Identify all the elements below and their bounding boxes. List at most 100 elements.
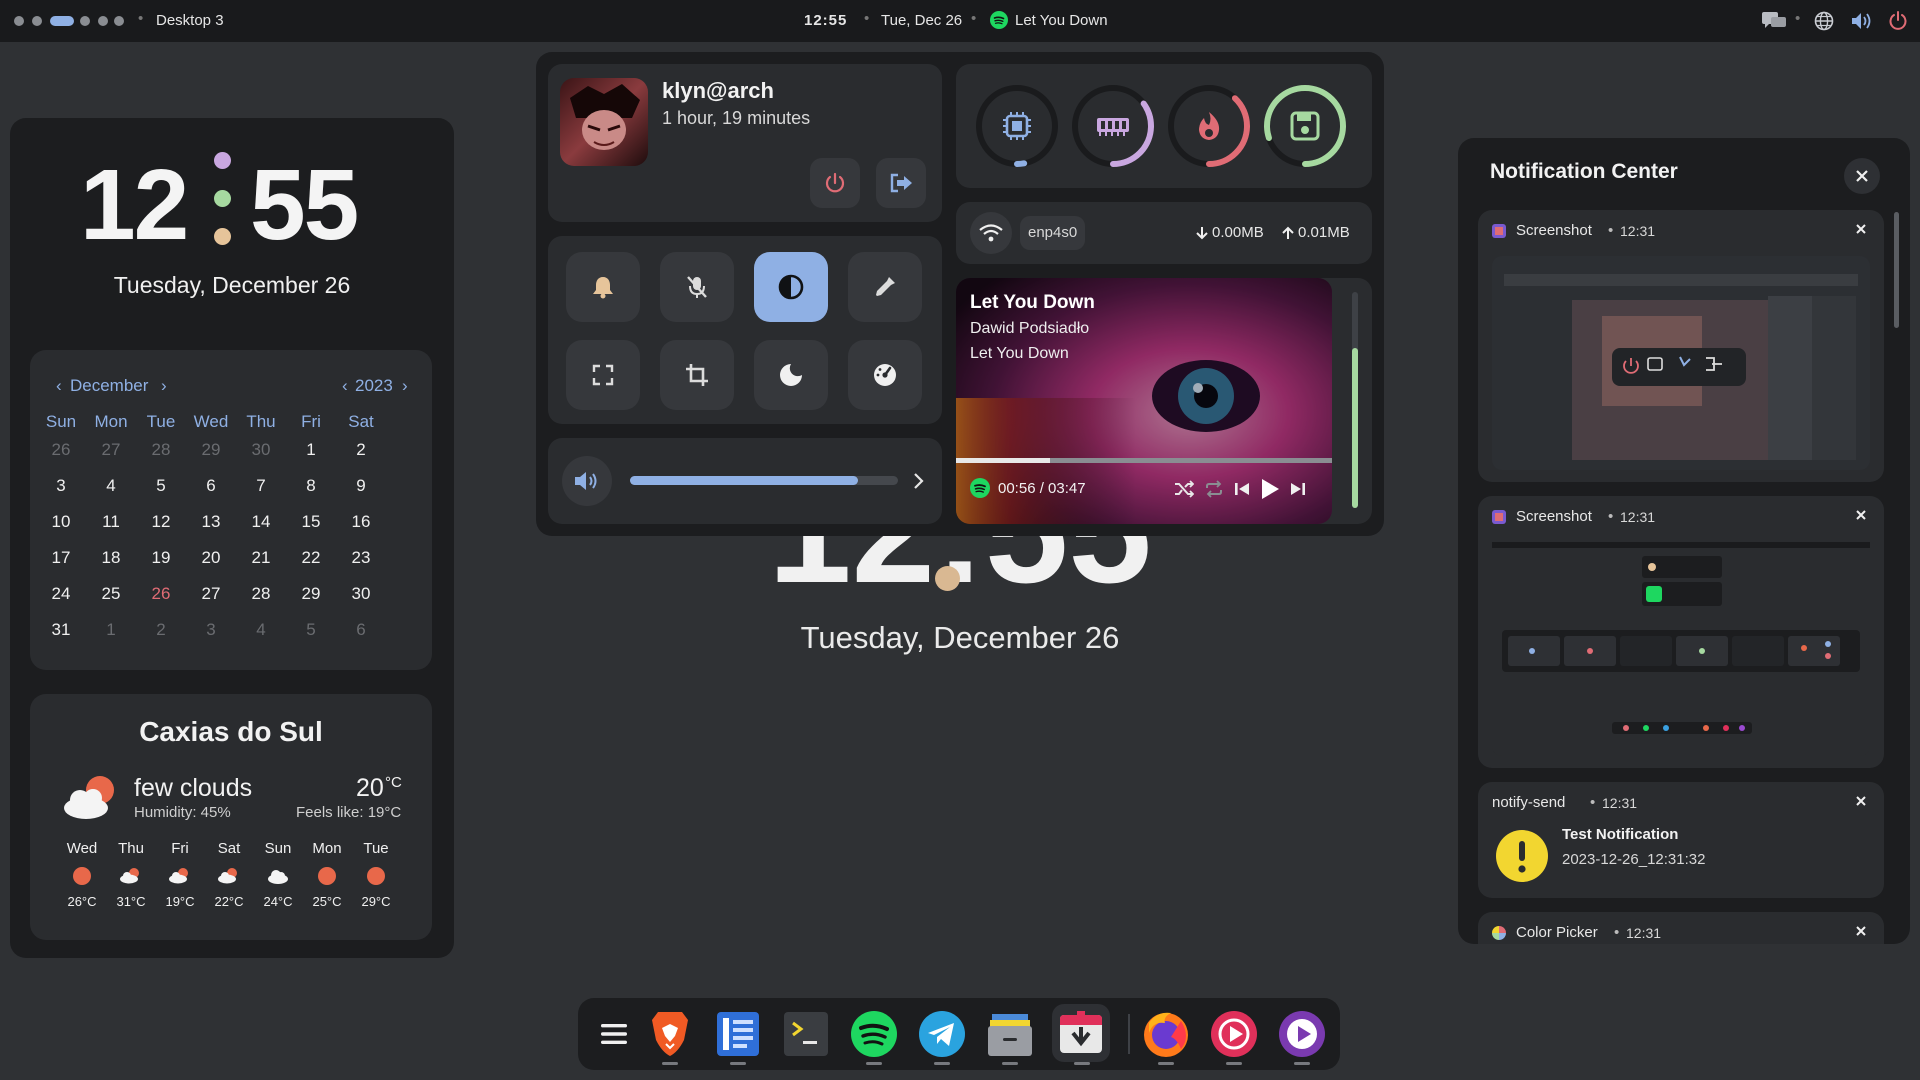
files-launcher[interactable] <box>984 1008 1036 1060</box>
volume-slider[interactable] <box>630 476 898 485</box>
calendar-day[interactable]: 5 <box>136 476 186 496</box>
topbar-time[interactable]: 12:55 <box>804 12 847 29</box>
game-mode-toggle[interactable] <box>848 340 922 410</box>
terminal-launcher[interactable] <box>780 1008 832 1060</box>
calendar-day[interactable]: 7 <box>236 476 286 496</box>
night-light-toggle[interactable] <box>754 340 828 410</box>
volume-icon[interactable] <box>1850 11 1874 31</box>
notification-scrollbar[interactable] <box>1894 212 1899 328</box>
calendar-day[interactable]: 21 <box>236 548 286 568</box>
calendar-day[interactable]: 1 <box>86 620 136 640</box>
next-month-button[interactable]: › <box>161 376 167 396</box>
volume-mute-button[interactable] <box>562 456 612 506</box>
calendar-day[interactable]: 6 <box>186 476 236 496</box>
chevron-right-icon[interactable] <box>912 472 924 490</box>
calendar-day[interactable]: 11 <box>86 512 136 532</box>
music-player-launcher[interactable] <box>1208 1008 1260 1060</box>
calendar-day[interactable]: 9 <box>336 476 386 496</box>
track-progress-bar[interactable] <box>956 458 1332 463</box>
next-year-button[interactable]: › <box>402 376 408 396</box>
calendar-day[interactable]: 8 <box>286 476 336 496</box>
calendar-day[interactable]: 6 <box>336 620 386 640</box>
calendar-day[interactable]: 23 <box>336 548 386 568</box>
workspace-indicator-6[interactable] <box>114 16 124 26</box>
calendar-day[interactable]: 30 <box>236 440 286 460</box>
calendar-day[interactable]: 26 <box>36 440 86 460</box>
workspace-indicator-1[interactable] <box>14 16 24 26</box>
calendar-day[interactable]: 2 <box>136 620 186 640</box>
color-picker-button[interactable] <box>848 252 922 322</box>
notification-item[interactable]: Screenshot • 12:31 <box>1478 496 1884 768</box>
calendar-day[interactable]: 26 <box>136 584 186 604</box>
shutdown-button[interactable] <box>810 158 860 208</box>
firefox-launcher[interactable] <box>1140 1008 1192 1060</box>
logout-button[interactable] <box>876 158 926 208</box>
workspace-indicator-active[interactable] <box>50 16 74 26</box>
topbar-now-playing[interactable]: Let You Down <box>1015 12 1108 29</box>
dark-mode-toggle[interactable] <box>754 252 828 322</box>
calendar-day[interactable]: 27 <box>186 584 236 604</box>
calendar-day[interactable]: 4 <box>236 620 286 640</box>
avatar[interactable] <box>560 78 648 166</box>
notification-item[interactable]: notify-send • 12:31 Test Notification 20… <box>1478 782 1884 898</box>
calendar-day[interactable]: 19 <box>136 548 186 568</box>
calendar-day[interactable]: 25 <box>86 584 136 604</box>
play-icon[interactable] <box>1260 477 1280 501</box>
screenshot-region-button[interactable] <box>660 340 734 410</box>
calendar-day[interactable]: 16 <box>336 512 386 532</box>
power-icon[interactable] <box>1888 10 1908 32</box>
video-player-launcher[interactable] <box>1276 1008 1328 1060</box>
spotify-launcher[interactable] <box>848 1008 900 1060</box>
workspace-indicator-2[interactable] <box>32 16 42 26</box>
telegram-launcher[interactable] <box>916 1008 968 1060</box>
close-icon[interactable] <box>1852 922 1870 940</box>
calendar-day[interactable]: 29 <box>186 440 236 460</box>
close-icon[interactable] <box>1852 220 1870 238</box>
calendar-day[interactable]: 17 <box>36 548 86 568</box>
calendar-day[interactable]: 4 <box>86 476 136 496</box>
calendar-day[interactable]: 3 <box>186 620 236 640</box>
wifi-button[interactable] <box>970 212 1012 254</box>
calendar-day[interactable]: 1 <box>286 440 336 460</box>
screenshot-fullscreen-button[interactable] <box>566 340 640 410</box>
notifications-toggle[interactable] <box>566 252 640 322</box>
calendar-day[interactable]: 2 <box>336 440 386 460</box>
calendar-day[interactable]: 30 <box>336 584 386 604</box>
previous-track-icon[interactable] <box>1234 481 1250 497</box>
mic-mute-toggle[interactable] <box>660 252 734 322</box>
calendar-day[interactable]: 5 <box>286 620 336 640</box>
close-icon[interactable] <box>1852 792 1870 810</box>
calendar-day[interactable]: 31 <box>36 620 86 640</box>
calendar-day[interactable]: 14 <box>236 512 286 532</box>
calendar-day[interactable]: 12 <box>136 512 186 532</box>
notification-item[interactable]: Color Picker • 12:31 <box>1478 912 1884 944</box>
calendar-day[interactable]: 18 <box>86 548 136 568</box>
calendar-day[interactable]: 15 <box>286 512 336 532</box>
calendar-day[interactable]: 3 <box>36 476 86 496</box>
next-track-icon[interactable] <box>1290 481 1306 497</box>
calendar-day[interactable]: 10 <box>36 512 86 532</box>
calendar-day[interactable]: 22 <box>286 548 336 568</box>
close-icon[interactable] <box>1852 506 1870 524</box>
close-notification-center-button[interactable] <box>1844 158 1880 194</box>
prev-month-button[interactable]: ‹ <box>56 376 62 396</box>
brave-launcher[interactable] <box>644 1008 696 1060</box>
workspace-indicator-5[interactable] <box>98 16 108 26</box>
calendar-day[interactable]: 20 <box>186 548 236 568</box>
calendar-day[interactable]: 13 <box>186 512 236 532</box>
calendar-day[interactable]: 27 <box>86 440 136 460</box>
software-center-launcher[interactable] <box>1052 1004 1110 1062</box>
workspace-indicator-4[interactable] <box>80 16 90 26</box>
calendar-day[interactable]: 28 <box>236 584 286 604</box>
calendar-day[interactable]: 29 <box>286 584 336 604</box>
calendar-day[interactable]: 28 <box>136 440 186 460</box>
text-editor-launcher[interactable] <box>712 1008 764 1060</box>
topbar-date[interactable]: Tue, Dec 26 <box>881 12 962 29</box>
chat-bubbles-icon[interactable] <box>1762 12 1786 30</box>
notification-item[interactable]: Screenshot • 12:31 <box>1478 210 1884 482</box>
network-interface[interactable]: enp4s0 <box>1020 216 1086 250</box>
prev-year-button[interactable]: ‹ <box>342 376 348 396</box>
repeat-icon[interactable] <box>1204 480 1224 498</box>
media-volume-slider[interactable] <box>1352 292 1358 508</box>
app-menu-button[interactable] <box>588 1008 640 1060</box>
